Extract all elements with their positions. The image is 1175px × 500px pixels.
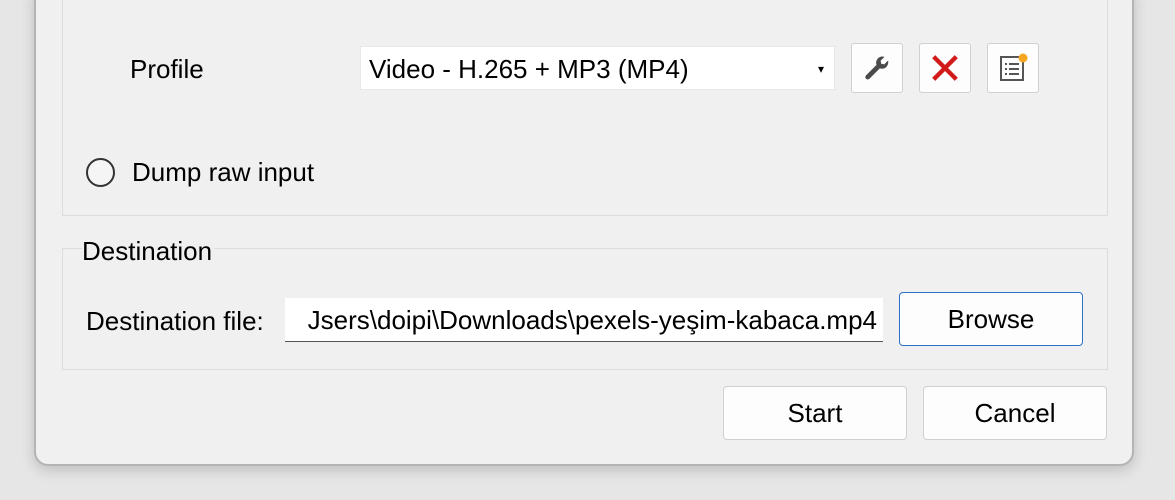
profile-selected-value: Video - H.265 + MP3 (MP4) [369,54,689,84]
profile-select[interactable]: Video - H.265 + MP3 (MP4) ▾ [360,46,835,90]
delete-x-icon [932,55,958,81]
dump-raw-radio[interactable] [86,158,115,187]
wrench-icon [865,56,889,80]
start-button[interactable]: Start [723,386,907,440]
profile-label: Profile [130,54,204,84]
new-profile-icon [1000,53,1028,81]
destination-file-input[interactable]: Jsers\doipi\Downloads\pexels-yeşim-kabac… [285,298,883,342]
chevron-down-icon[interactable]: ▾ [818,47,824,91]
edit-profile-button[interactable] [851,43,903,93]
dump-raw-option[interactable]: Dump raw input [86,157,314,188]
delete-profile-button[interactable] [919,43,971,93]
new-profile-button[interactable] [987,43,1039,93]
destination-title: Destination [82,236,215,267]
destination-file-value: Jsers\doipi\Downloads\pexels-yeşim-kabac… [307,305,877,335]
destination-file-label: Destination file: [86,306,264,336]
cancel-button[interactable]: Cancel [923,386,1107,440]
dump-raw-label: Dump raw input [132,157,315,187]
browse-button[interactable]: Browse [899,292,1083,346]
